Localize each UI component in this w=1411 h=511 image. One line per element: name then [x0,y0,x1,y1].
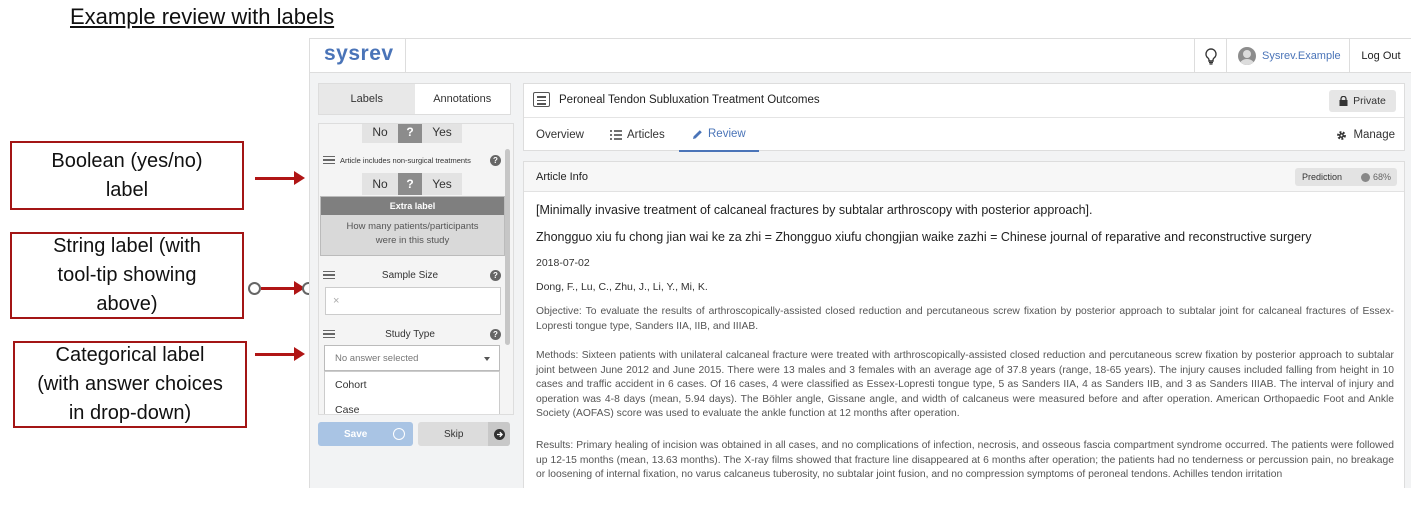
boolean-toggle-nonsurgical: No ? Yes [362,173,462,195]
skip-label: Skip [444,428,464,440]
label-name: Study Type [385,328,435,340]
project-header: Peroneal Tendon Subluxation Treatment Ou… [523,83,1405,152]
callout-line: in drop-down) [68,402,192,424]
callout-line: String label (with [53,235,201,257]
callout-line: above) [96,293,158,315]
string-label-callout: String label (with tool-tip showing abov… [10,232,244,319]
lightbulb-icon[interactable] [1194,39,1226,73]
prediction-pct: 68% [1372,172,1391,182]
article-info-panel: Article Info Prediction 68% [Minimally i… [523,161,1405,488]
tab-label: Overview [536,129,584,141]
label-name: Article includes non-surgical treatments [340,155,471,165]
unset-button[interactable]: ? [398,124,422,143]
callout-line: label [105,178,149,201]
article-title: [Minimally invasive treatment of calcane… [536,203,1093,217]
labels-panel: No ? Yes Article includes non-surgical t… [318,123,514,415]
label-tabs: Labels Annotations [318,83,511,115]
list-icon [610,130,622,140]
logout-button[interactable]: Log Out [1349,39,1411,73]
label-name: Sample Size [381,269,439,281]
article-journal: Zhongguo xiu fu chong jian wai ke za zhi… [536,230,1312,244]
tab-review[interactable]: Review [679,118,759,152]
boolean-label-callout: Boolean (yes/no) label [10,141,244,210]
private-label: Private [1353,95,1386,107]
page-heading: Example review with labels [70,4,335,29]
option-cohort[interactable]: Cohort [325,372,499,397]
no-button[interactable]: No [362,173,398,195]
user-menu[interactable]: Sysrev.Example [1226,39,1349,73]
label-header-study-type: Study Type ? [319,325,501,343]
brand-logo[interactable]: sysrev [324,42,394,66]
top-bar: sysrev Sysrev.Example Log Out [310,39,1411,73]
plus-circle-icon [1360,172,1370,182]
skip-button[interactable]: Skip [418,422,510,446]
check-circle-icon [393,428,405,440]
article-info-header: Article Info Prediction 68% [524,162,1404,192]
article-authors: Dong, F., Lu, C., Zhu, J., Li, Y., Mi, K… [536,281,708,293]
tooltip-header: Extra label [321,197,504,215]
arrow-right-icon [488,422,510,446]
manage-button[interactable]: Manage [1336,118,1395,152]
callout-line: tool-tip showing [57,264,197,286]
tooltip-line: How many patients/participants [346,221,479,232]
chevron-down-icon [484,357,490,361]
help-icon[interactable]: ? [490,154,501,166]
label-header-nonsurgical: Article includes non-surgical treatments… [319,151,501,169]
prediction-badge: Prediction 68% [1295,168,1397,186]
abstract-objective: Objective: To evaluate the results of ar… [536,306,1394,332]
string-arrow [261,281,305,295]
label-header-sample-size: Sample Size ? [319,266,501,284]
help-icon[interactable]: ? [490,269,501,281]
study-type-options: Cohort Case [324,371,500,415]
yes-button[interactable]: Yes [422,173,462,195]
project-title[interactable]: Peroneal Tendon Subluxation Treatment Ou… [559,94,820,106]
list-icon [533,92,550,107]
categorical-arrow [255,347,305,361]
categorical-label-callout: Categorical label (with answer choices i… [13,341,247,428]
labels-scrollbar[interactable] [505,149,510,345]
tab-label: Review [708,128,746,140]
save-button[interactable]: Save [318,422,413,446]
section-title: Article Info [536,171,588,183]
callout-line: (with answer choices [37,373,223,395]
prediction-value: 68% [1360,172,1391,182]
avatar [1238,47,1256,65]
tooltip-line: were in this study [375,235,450,246]
yes-button[interactable]: Yes [422,124,462,143]
tab-articles[interactable]: Articles [610,118,665,152]
no-button[interactable]: No [362,124,398,143]
connector-ring-left [248,282,261,295]
clear-icon[interactable]: × [333,295,339,307]
select-value: No answer selected [335,352,419,364]
private-badge[interactable]: Private [1329,90,1396,112]
drag-handle-icon[interactable] [323,155,335,165]
divider [405,39,406,73]
tab-labels[interactable]: Labels [319,84,415,114]
callout-line: Boolean (yes/no) [51,149,203,172]
help-icon[interactable]: ? [490,328,501,340]
lock-icon [1339,96,1348,106]
boolean-toggle-previous: No ? Yes [362,124,462,143]
tooltip: Extra label How many patients/participan… [320,196,505,256]
tab-annotations[interactable]: Annotations [415,84,511,114]
abstract-methods: Methods: Sixteen patients with unilatera… [536,350,1394,420]
article-date: 2018-07-02 [536,257,590,269]
boolean-arrow [255,171,305,185]
prediction-label: Prediction [1302,172,1343,182]
sysrev-app: sysrev Sysrev.Example Log Out Labels Ann… [309,38,1411,488]
manage-label: Manage [1353,129,1395,141]
option-case[interactable]: Case [325,397,499,415]
gear-icon [1337,130,1347,140]
tab-overview[interactable]: Overview [536,118,584,152]
unset-button[interactable]: ? [398,173,422,195]
sample-size-input[interactable]: × [325,287,501,315]
tooltip-body: How many patients/participants were in t… [321,215,504,248]
user-name: Sysrev.Example [1262,50,1341,62]
pencil-icon [693,129,702,139]
tab-label: Articles [627,129,665,141]
callout-line: Categorical label [55,344,205,366]
save-label: Save [344,428,368,440]
abstract-results: Results: Primary healing of incision was… [536,440,1394,481]
study-type-select[interactable]: No answer selected [324,345,500,371]
